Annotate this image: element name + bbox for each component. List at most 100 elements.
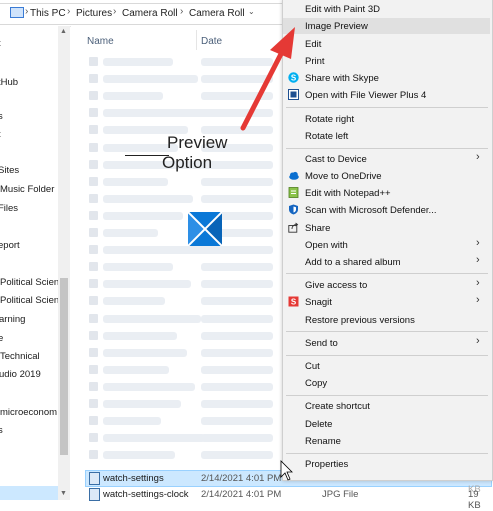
menu-item-rename[interactable]: Rename — [305, 436, 341, 447]
svg-text:S: S — [291, 73, 297, 82]
chevron-right-icon: › — [476, 277, 480, 289]
breadcrumb-pictures[interactable]: Pictures — [76, 8, 112, 19]
menu-item-give-access[interactable]: Give access to — [305, 280, 367, 291]
nav-item[interactable]: Music Folder — [0, 184, 54, 195]
annotation-option-label: Option — [162, 153, 213, 172]
menu-item-snagit[interactable]: Snagit — [305, 297, 332, 308]
nav-item[interactable]: t — [0, 129, 1, 140]
column-header-date[interactable]: Date — [201, 36, 222, 47]
nav-item[interactable]: eport — [0, 240, 20, 251]
nav-item[interactable]: microeconom — [0, 407, 57, 418]
menu-item-move-onedrive[interactable]: Move to OneDrive — [305, 171, 382, 182]
menu-item-cut[interactable]: Cut — [305, 361, 320, 372]
blurred-file-date — [201, 400, 273, 408]
nav-item[interactable]: s — [0, 425, 3, 436]
menu-item-send-to[interactable]: Send to — [305, 338, 338, 349]
menu-item-print[interactable]: Print — [305, 56, 325, 67]
file-icon — [89, 433, 98, 443]
file-name[interactable]: watch-settings-clock — [103, 489, 189, 500]
scroll-up-icon[interactable]: ▲ — [60, 28, 67, 35]
menu-item-edit-paint-3d[interactable]: Edit with Paint 3D — [305, 4, 380, 15]
navigation-pane: t tHub s t Sites Music Folder Files epor… — [0, 26, 63, 500]
blurred-file-name — [103, 451, 175, 460]
file-icon — [89, 296, 98, 306]
menu-item-delete[interactable]: Delete — [305, 419, 332, 430]
file-icon — [89, 399, 98, 408]
blurred-file-name — [103, 280, 191, 289]
file-icon — [89, 262, 98, 272]
menu-item-open-file-viewer[interactable]: Open with File Viewer Plus 4 — [305, 90, 426, 101]
nav-item[interactable]: Political Scien — [0, 295, 59, 306]
jpg-file-icon — [89, 472, 100, 485]
file-icon — [89, 416, 98, 426]
file-date: 2/14/2021 4:01 PM — [201, 489, 282, 500]
blurred-file-date — [201, 348, 273, 357]
blurred-file-name — [103, 382, 195, 391]
blurred-file-name — [103, 263, 173, 272]
blurred-file-name — [103, 297, 165, 306]
menu-item-open-with[interactable]: Open with — [305, 240, 348, 251]
skype-icon: S — [288, 72, 299, 83]
file-icon — [89, 193, 98, 203]
blurred-file-name — [103, 75, 198, 84]
menu-divider — [286, 107, 488, 108]
menu-item-cast-to-device[interactable]: Cast to Device — [305, 154, 367, 165]
menu-item-properties[interactable]: Properties — [305, 459, 348, 470]
blurred-file-date — [201, 75, 273, 84]
scroll-down-icon[interactable]: ▼ — [60, 490, 67, 497]
file-icon — [89, 347, 98, 357]
file-icon — [89, 74, 98, 84]
nav-item[interactable]: t — [0, 38, 1, 49]
nav-item[interactable]: Files — [0, 203, 18, 214]
chevron-right-icon: › — [476, 294, 480, 306]
nav-item[interactable]: Political Scien — [0, 277, 59, 288]
menu-item-edit[interactable]: Edit — [305, 39, 321, 50]
nav-item[interactable]: Technical — [0, 351, 40, 362]
nav-scrollbar-thumb[interactable] — [60, 278, 68, 455]
breadcrumb-camera-roll-current[interactable]: Camera Roll — [189, 8, 245, 19]
nav-selected-item — [0, 486, 58, 500]
breadcrumb-this-pc[interactable]: This PC — [30, 8, 66, 19]
blurred-file-date — [201, 92, 273, 101]
blurred-file-name — [103, 194, 193, 203]
nav-item[interactable]: e — [0, 333, 3, 344]
menu-item-scan-defender[interactable]: Scan with Microsoft Defender... — [305, 205, 436, 216]
menu-divider — [286, 453, 488, 454]
file-name[interactable]: watch-settings — [103, 473, 164, 484]
blurred-file-date — [201, 194, 273, 203]
menu-item-create-shortcut[interactable]: Create shortcut — [305, 401, 370, 412]
menu-item-image-preview[interactable]: Image Preview — [305, 21, 368, 32]
chevron-down-icon[interactable]: ⌄ — [248, 7, 255, 16]
menu-item-edit-notepad[interactable]: Edit with Notepad++ — [305, 188, 391, 199]
breadcrumb-camera-roll[interactable]: Camera Roll — [122, 8, 178, 19]
blurred-file-date — [201, 246, 273, 255]
menu-item-restore-versions[interactable]: Restore previous versions — [305, 315, 415, 326]
menu-item-rotate-left[interactable]: Rotate left — [305, 131, 348, 142]
breadcrumb-separator: › — [113, 6, 117, 17]
nav-item[interactable]: udio 2019 — [0, 369, 41, 380]
column-header-name[interactable]: Name — [87, 36, 114, 47]
menu-item-copy[interactable]: Copy — [305, 378, 327, 389]
jpg-file-icon — [89, 488, 100, 501]
menu-item-share-skype[interactable]: Share with Skype — [305, 73, 379, 84]
file-icon — [89, 108, 98, 118]
nav-item[interactable]: tHub — [0, 77, 18, 88]
menu-item-add-shared-album[interactable]: Add to a shared album — [305, 257, 401, 268]
blurred-file-name — [103, 58, 173, 66]
annotation-preview-label: Preview — [167, 133, 228, 152]
file-icon — [89, 279, 98, 289]
blurred-file-name — [103, 92, 163, 101]
nav-item[interactable]: arning — [0, 314, 25, 325]
file-icon — [89, 125, 98, 135]
snagit-icon: S — [288, 296, 299, 307]
share-icon — [288, 222, 299, 233]
nav-item[interactable]: Sites — [0, 165, 19, 176]
nav-item[interactable]: s — [0, 111, 3, 122]
blurred-file-name — [103, 417, 161, 426]
blurred-file-name — [103, 211, 183, 220]
file-icon — [89, 313, 98, 323]
menu-item-share[interactable]: Share — [305, 223, 330, 234]
menu-item-rotate-right[interactable]: Rotate right — [305, 114, 354, 125]
column-divider[interactable] — [196, 30, 197, 50]
defender-icon — [289, 204, 298, 215]
